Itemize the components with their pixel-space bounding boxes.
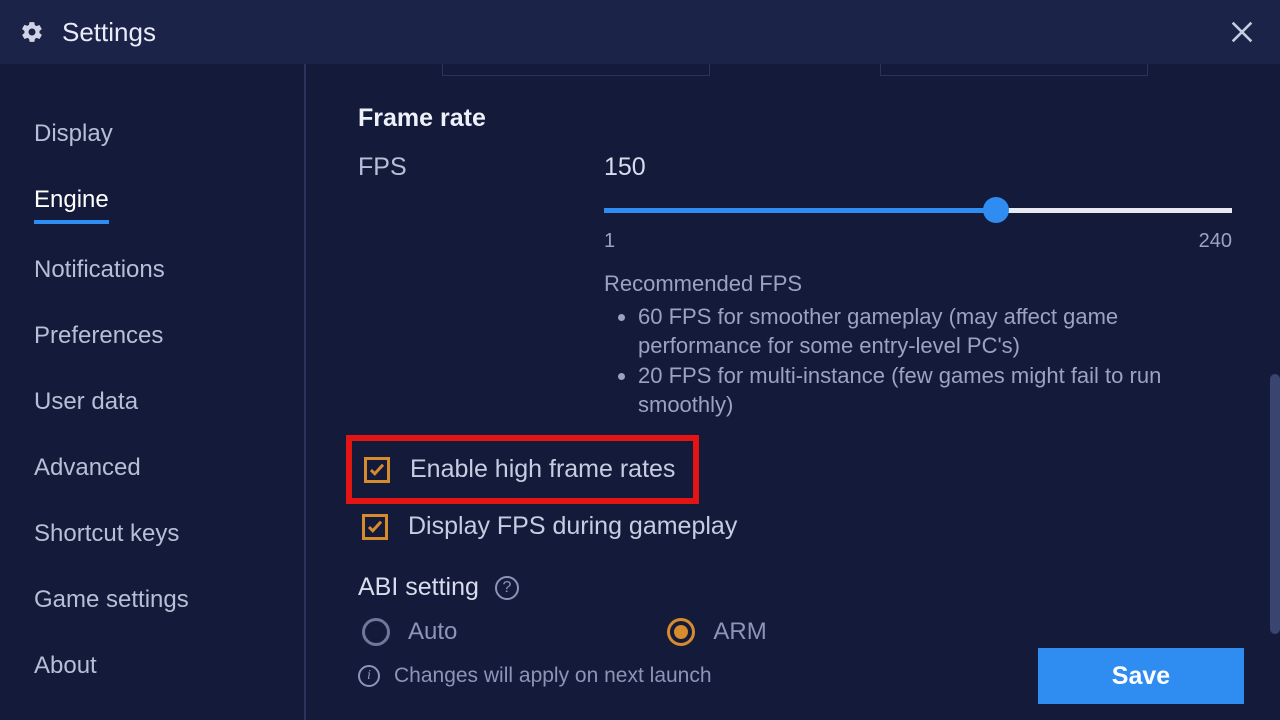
abi-heading: ABI setting [358,573,479,602]
sidebar-item-advanced[interactable]: Advanced [0,438,304,504]
highlight-box: Enable high frame rates [346,435,699,504]
header: Settings [0,0,1280,64]
sidebar-item-engine[interactable]: Engine [0,170,304,240]
abi-auto-label: Auto [408,618,457,646]
sidebar: Display Engine Notifications Preferences… [0,64,306,720]
save-button[interactable]: Save [1038,648,1244,704]
checkbox-icon[interactable] [362,514,388,540]
sidebar-item-preferences[interactable]: Preferences [0,306,304,372]
close-icon[interactable] [1228,18,1256,46]
recommended-list: 60 FPS for smoother gameplay (may affect… [604,303,1232,419]
display-fps-row[interactable]: Display FPS during gameplay [358,506,1232,547]
sidebar-item-about[interactable]: About [0,636,304,702]
recommended-item: 60 FPS for smoother gameplay (may affect… [638,303,1198,360]
page-title: Settings [62,17,156,48]
option-box[interactable] [442,64,710,76]
sidebar-item-notifications[interactable]: Notifications [0,240,304,306]
enable-high-frame-rates-label: Enable high frame rates [410,455,675,484]
radio-icon[interactable] [362,618,390,646]
recommended-item: 20 FPS for multi-instance (few games mig… [638,362,1198,419]
slider-thumb[interactable] [983,197,1009,223]
scrollbar[interactable] [1270,374,1280,634]
slider-max-label: 240 [1199,230,1232,253]
slider-min-label: 1 [604,230,615,253]
sidebar-item-user-data[interactable]: User data [0,372,304,438]
abi-arm-label: ARM [713,618,766,646]
sidebar-item-display[interactable]: Display [0,104,304,170]
fps-label: FPS [358,153,604,182]
sidebar-item-shortcut-keys[interactable]: Shortcut keys [0,504,304,570]
apply-note: i Changes will apply on next launch [358,664,712,688]
frame-rate-heading: Frame rate [358,104,1232,133]
checkbox-icon[interactable] [364,457,390,483]
fps-value: 150 [604,153,1232,182]
fps-slider[interactable] [604,200,1232,220]
abi-option-auto[interactable]: Auto [362,618,457,646]
info-icon: i [358,665,380,687]
content-pane: Frame rate FPS 150 1 240 Recommended FPS… [306,64,1280,720]
help-icon[interactable]: ? [495,576,519,600]
gear-icon [20,20,44,44]
option-box[interactable] [880,64,1148,76]
recommended-title: Recommended FPS [604,271,1232,297]
abi-option-arm[interactable]: ARM [667,618,766,646]
radio-icon[interactable] [667,618,695,646]
display-fps-label: Display FPS during gameplay [408,512,737,541]
enable-high-frame-rates-row[interactable]: Enable high frame rates [360,449,675,490]
sidebar-item-game-settings[interactable]: Game settings [0,570,304,636]
apply-note-text: Changes will apply on next launch [394,664,712,688]
top-option-boxes [358,64,1232,76]
slider-fill [604,208,996,213]
